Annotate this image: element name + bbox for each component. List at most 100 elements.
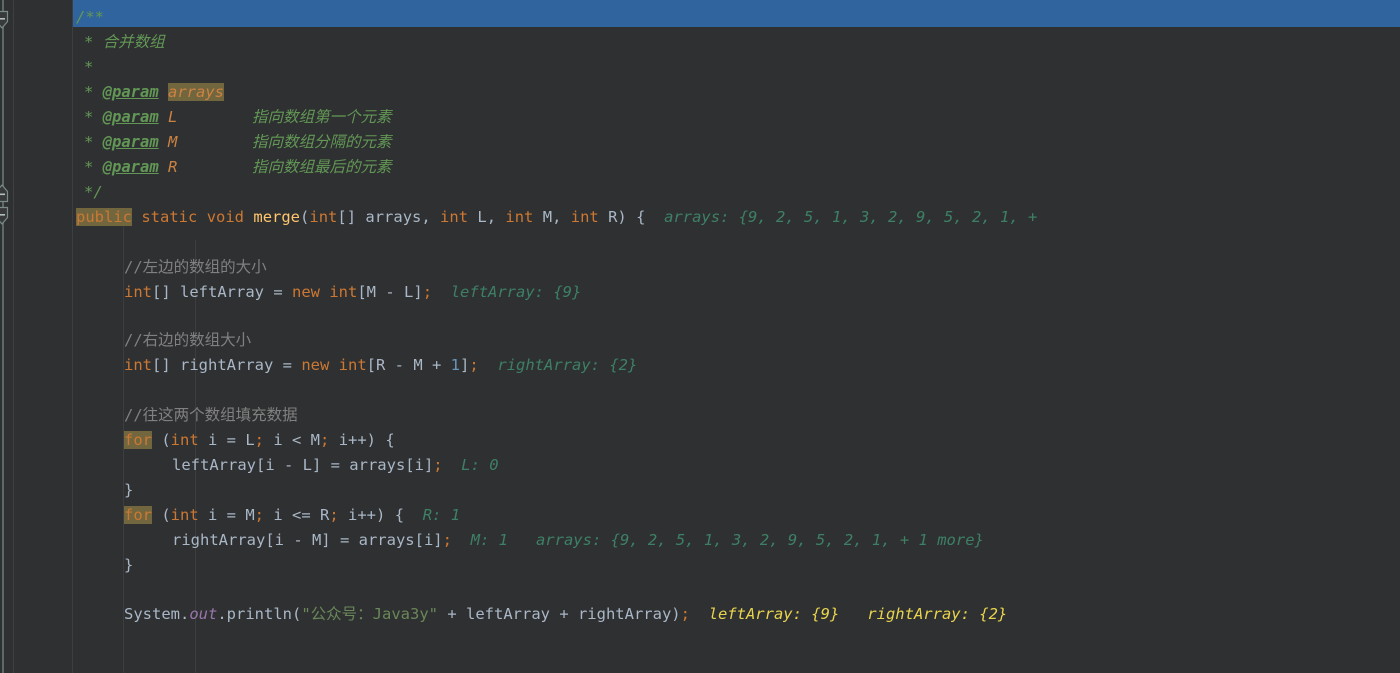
code-token-punct: } xyxy=(124,556,134,574)
code-line-19[interactable]: rightArray[i - M] = arrays[i]; M: 1 arra… xyxy=(73,528,984,553)
code-line-11[interactable]: int[] leftArray = new int[M - L]; leftAr… xyxy=(73,280,581,305)
code-line-4[interactable]: * @param arrays xyxy=(73,80,225,105)
inline-debug-value[interactable]: R: 1 xyxy=(404,506,460,524)
code-token-plain: rightArray = xyxy=(180,356,302,374)
code-token-doc: 指向数组分隔的元素 xyxy=(177,133,392,151)
code-line-10[interactable]: //左边的数组的大小 xyxy=(73,255,267,280)
code-line-7[interactable]: * @param R 指向数组最后的元素 xyxy=(73,155,392,180)
code-text-area[interactable]: /** * 合并数组 * * @param arrays * @param L 指向数组… xyxy=(73,0,1400,673)
code-line-15[interactable]: for (int i = L; i < M; i++) { xyxy=(73,428,395,453)
code-token-str: "公众号：Java3y" xyxy=(301,605,438,623)
code-token-kw: void xyxy=(206,208,245,226)
code-line-6[interactable]: * @param M 指向数组分隔的元素 xyxy=(73,130,392,155)
code-token-cmt: //往这两个数组填充数据 xyxy=(124,406,298,424)
code-token-doc-tag: @param xyxy=(102,158,159,176)
code-token-plain: System. xyxy=(124,605,190,623)
code-token-kw: int xyxy=(170,431,199,449)
code-token-semi: ; xyxy=(433,456,443,474)
fold-marker-method-start[interactable] xyxy=(0,206,13,226)
code-token-doc-param: M xyxy=(168,133,178,151)
fold-marker-javadoc-start[interactable] xyxy=(0,10,13,30)
fold-strip[interactable] xyxy=(0,0,13,673)
code-token-doc-param-hl: arrays xyxy=(168,83,225,101)
code-token-doc xyxy=(159,133,168,151)
code-token-punct: [ xyxy=(357,283,367,301)
code-line-1[interactable]: /** xyxy=(73,5,104,30)
code-token-plain: L xyxy=(468,208,487,226)
code-token-plain: i++) xyxy=(329,431,386,449)
code-token-plain: i <= R xyxy=(264,506,330,524)
code-token-plain: println xyxy=(226,605,292,623)
code-token-doc-tag: @param xyxy=(102,83,159,101)
inline-debug-value[interactable]: M: 1 arrays: {9, 2, 5, 1, 3, 2, 9, 5, 2,… xyxy=(452,531,984,549)
code-token-plain: R - M + xyxy=(376,356,451,374)
code-token-plain: M - L xyxy=(366,283,414,301)
code-token-plain: R) xyxy=(598,208,637,226)
inline-debug-value[interactable]: L: 0 xyxy=(443,456,498,474)
code-token-doc: * xyxy=(84,133,103,151)
code-line-13[interactable]: int[] rightArray = new int[R - M + 1]; r… xyxy=(73,353,637,378)
code-token-punct: } xyxy=(124,481,134,499)
code-token-semi: ; xyxy=(680,605,690,623)
code-token-punct: [] xyxy=(152,356,180,374)
code-token-doc: * xyxy=(84,158,103,176)
code-token-plain: rightArray[i - M] = arrays[i] xyxy=(172,531,443,549)
code-token-field: out xyxy=(189,605,218,623)
code-line-5[interactable]: * @param L 指向数组第一个元素 xyxy=(73,105,392,130)
code-line-21[interactable]: System.out.println("公众号：Java3y" + leftAr… xyxy=(73,602,1007,627)
code-token-semi: ; xyxy=(469,356,479,374)
code-token-plain: M xyxy=(533,208,553,226)
code-token-doc xyxy=(159,83,168,101)
code-token-punct: { xyxy=(394,506,405,524)
code-line-3[interactable]: * xyxy=(73,55,93,80)
code-token-plain: leftArray[i - L] = arrays[i] xyxy=(172,456,434,474)
inline-debug-value[interactable]: arrays: {9, 2, 5, 1, 3, 2, 9, 5, 2, 1, + xyxy=(645,208,1037,226)
fold-marker-javadoc-end[interactable] xyxy=(0,183,13,203)
code-token-doc xyxy=(159,108,168,126)
fold-region-line xyxy=(2,0,4,673)
code-line-14[interactable]: //往这两个数组填充数据 xyxy=(73,403,298,428)
editor-gutter[interactable] xyxy=(13,0,73,673)
code-token-plain: leftArray = xyxy=(180,283,292,301)
code-token-kw: int xyxy=(329,283,358,301)
code-token-kw: int xyxy=(124,283,152,301)
inline-debug-value[interactable]: rightArray: {2} xyxy=(479,356,637,374)
code-token-kw: int xyxy=(338,356,367,374)
code-line-9[interactable]: public static void merge(int[] arrays, i… xyxy=(73,205,1037,230)
code-token-plain: i = M xyxy=(198,506,255,524)
code-token-punct: , xyxy=(552,208,571,226)
code-token-punct: [] xyxy=(152,283,180,301)
code-token-doc-param: L xyxy=(168,108,178,126)
code-token-plain: . xyxy=(217,605,227,623)
code-line-8[interactable]: */ xyxy=(73,180,103,205)
code-token-doc: * xyxy=(84,58,94,76)
code-token-kw: int xyxy=(440,208,469,226)
code-line-2[interactable]: * 合并数组 xyxy=(73,30,165,55)
code-line-16[interactable]: leftArray[i - L] = arrays[i]; L: 0 xyxy=(73,453,499,478)
code-token-method: merge xyxy=(253,208,301,226)
code-token-plain: i++) xyxy=(338,506,395,524)
code-token-kw-hl: for xyxy=(124,431,152,449)
inline-debug-value[interactable]: leftArray: {9} rightArray: {2} xyxy=(690,605,1008,623)
code-token-kw: int xyxy=(505,208,534,226)
code-token-cmt: //右边的数组大小 xyxy=(124,331,252,349)
code-token-doc: 指向数组最后的元素 xyxy=(177,158,392,176)
code-token-num: 1 xyxy=(450,356,461,374)
code-token-doc: * 合并数组 xyxy=(84,33,165,51)
code-line-12[interactable]: //右边的数组大小 xyxy=(73,328,251,353)
code-token-doc xyxy=(159,158,168,176)
code-line-20[interactable]: } xyxy=(73,553,133,578)
code-token-punct: { xyxy=(385,431,395,449)
inline-debug-value[interactable]: leftArray: {9} xyxy=(432,283,582,301)
code-line-18[interactable]: for (int i = M; i <= R; i++) { R: 1 xyxy=(73,503,460,528)
code-editor[interactable]: /** * 合并数组 * * @param arrays * @param L 指向数组… xyxy=(0,0,1400,673)
code-token-punct: ( xyxy=(300,208,310,226)
code-token-semi: ; xyxy=(422,283,433,301)
code-token-doc-tag: @param xyxy=(102,133,159,151)
code-token-semi: ; xyxy=(254,431,265,449)
code-line-17[interactable]: } xyxy=(73,478,133,503)
